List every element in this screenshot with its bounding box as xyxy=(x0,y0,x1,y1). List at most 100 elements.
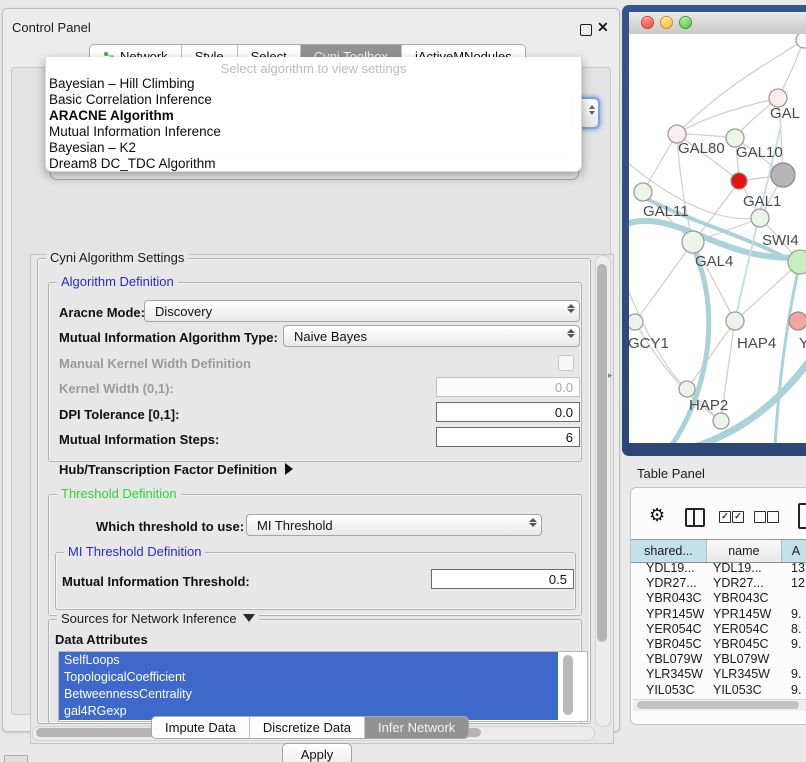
zoom-window-icon[interactable] xyxy=(679,16,692,29)
node-label: GAL4 xyxy=(695,253,733,270)
column-header[interactable]: shared... xyxy=(631,540,707,562)
node-label: GAL xyxy=(770,105,800,122)
table-horizontal-scrollbar[interactable] xyxy=(633,699,806,711)
table-row[interactable]: YLR345WYLR345W9. xyxy=(631,667,806,682)
table-row[interactable]: YBR043CYBR043C xyxy=(631,591,806,606)
algorithm-option[interactable]: ARACNE Algorithm xyxy=(46,108,581,124)
network-window-titlebar[interactable] xyxy=(629,12,806,35)
mi-steps-label: Mutual Information Steps: xyxy=(59,432,219,447)
stepper-arrows-icon xyxy=(566,329,575,338)
network-node[interactable] xyxy=(771,163,795,187)
mi-type-select[interactable]: Naive Bayes xyxy=(283,325,580,347)
settings-vertical-scrollbar[interactable] xyxy=(595,255,611,727)
node-label: HAP4 xyxy=(737,335,776,352)
aracne-mode-label: Aracne Mode: xyxy=(59,305,145,320)
network-edge xyxy=(677,98,778,134)
node-label: Y xyxy=(799,335,806,352)
attribute-list-item[interactable]: BetweennessCentrality xyxy=(59,686,558,703)
document-icon[interactable] xyxy=(798,503,806,529)
screen: Control Panel ✕ NetworkStyleSelectCyni T… xyxy=(0,0,806,762)
network-node[interactable] xyxy=(713,413,729,429)
table-row[interactable]: YPR145WYPR145W9. xyxy=(631,607,806,622)
mi-threshold-input[interactable]: 0.5 xyxy=(431,569,574,589)
checked-box-icon[interactable]: ✓ xyxy=(719,511,731,523)
attribute-list-item[interactable]: SelfLoops xyxy=(59,652,558,669)
scrollbar-thumb[interactable] xyxy=(637,701,799,709)
node-label: GAL1 xyxy=(743,193,781,210)
tab-infer-network[interactable]: Infer Network xyxy=(364,717,468,738)
table-row[interactable]: YBR045CYBR045C9. xyxy=(631,637,806,652)
float-panel-icon[interactable] xyxy=(580,24,592,36)
data-attributes-list: SelfLoopsTopologicalCoefficientBetweenne… xyxy=(58,651,588,722)
network-node-hap4[interactable] xyxy=(726,312,744,330)
popup-prompt: Select algorithm to view settings xyxy=(46,61,581,76)
network-node[interactable] xyxy=(788,250,806,274)
network-node-gcy1[interactable] xyxy=(629,314,643,330)
algorithm-option[interactable]: Mutual Information Inference xyxy=(46,124,581,140)
sources-toggle[interactable]: Sources for Network Inference xyxy=(57,612,259,626)
network-node-swi4[interactable] xyxy=(751,209,769,227)
cyni-bottom-tabbar: Impute DataDiscretize DataInfer Network xyxy=(151,716,469,739)
minimized-panel-chip[interactable] xyxy=(4,755,28,762)
node-label: GAL80 xyxy=(678,140,725,157)
table-row[interactable]: YIL053CYIL053C9. xyxy=(631,683,806,698)
manual-kernel-checkbox[interactable] xyxy=(558,355,574,371)
gear-icon[interactable]: ⚙ xyxy=(649,505,665,526)
group-title: Cyni Algorithm Settings xyxy=(46,251,188,265)
hub-definition-toggle[interactable]: Hub/Transcription Factor Definition xyxy=(59,462,293,477)
column-header[interactable]: A xyxy=(782,540,806,562)
ghost-inference-algorithm-label: Inference Algorithm xyxy=(50,85,162,100)
checked-box-icon[interactable]: ✓ xyxy=(732,511,744,523)
kernel-width-input[interactable]: 0.0 xyxy=(436,377,580,397)
list-scrollbar[interactable] xyxy=(563,655,573,715)
unchecked-box-icon[interactable] xyxy=(767,511,779,523)
network-edge-highlighted xyxy=(775,262,800,443)
dpi-tolerance-label: DPI Tolerance [0,1]: xyxy=(59,407,179,422)
unchecked-box-icon[interactable] xyxy=(754,511,766,523)
group-title: MI Threshold Definition xyxy=(64,545,205,559)
table-row[interactable]: YDR27...YDR27...12 xyxy=(631,576,806,591)
table-panel-title: Table Panel xyxy=(637,466,705,481)
network-node-hap2[interactable] xyxy=(679,381,695,397)
table-row[interactable]: YER054CYER054C8. xyxy=(631,622,806,637)
which-threshold-label: Which threshold to use: xyxy=(96,519,244,534)
manual-kernel-label: Manual Kernel Width Definition xyxy=(59,356,251,371)
panel-title: Control Panel xyxy=(12,20,91,35)
attribute-list-item[interactable]: TopologicalCoefficient xyxy=(59,669,558,686)
network-node-y[interactable] xyxy=(789,312,806,330)
mi-threshold-label: Mutual Information Threshold: xyxy=(62,574,250,589)
node-label: GAL10 xyxy=(736,144,783,161)
node-label: GCY1 xyxy=(629,335,669,352)
table-toolbar: ⚙ ✓ ✓ xyxy=(631,488,806,539)
dpi-tolerance-input[interactable]: 0.0 xyxy=(436,402,580,422)
splitter-handle[interactable]: ▸ xyxy=(608,370,613,381)
network-canvas[interactable]: GALGAL80GAL10GAL1GAL11SWI4GAL4GCY1HAP4YH… xyxy=(629,34,806,443)
algorithm-option[interactable]: Bayesian – K2 xyxy=(46,140,581,156)
table-rows: YDL19...YDL19...13YDR27...YDR27...12YBR0… xyxy=(631,561,806,698)
mi-steps-input[interactable]: 6 xyxy=(436,427,580,447)
scrollbar-thumb[interactable] xyxy=(597,264,607,642)
kernel-width-label: Kernel Width (0,1): xyxy=(59,381,174,396)
network-edge xyxy=(635,242,693,322)
tab-discretize-data[interactable]: Discretize Data xyxy=(249,717,364,738)
network-edge xyxy=(643,134,677,192)
aracne-mode-select[interactable]: Discovery xyxy=(144,300,580,322)
apply-button[interactable]: Apply xyxy=(282,743,352,762)
table-row[interactable]: YDL19...YDL19...13 xyxy=(631,561,806,576)
tab-impute-data[interactable]: Impute Data xyxy=(152,717,249,738)
stepper-arrows-icon xyxy=(589,105,595,115)
network-node-gal11[interactable] xyxy=(634,183,652,201)
table-header: shared...nameA xyxy=(631,539,806,563)
minimize-window-icon[interactable] xyxy=(660,16,673,29)
which-threshold-select[interactable]: MI Threshold xyxy=(246,514,542,536)
data-attributes-label: Data Attributes xyxy=(55,632,148,647)
close-panel-icon[interactable]: ✕ xyxy=(597,19,609,36)
network-node-gal1[interactable] xyxy=(731,173,747,189)
network-node-gal4[interactable] xyxy=(682,231,704,253)
close-window-icon[interactable] xyxy=(641,16,654,29)
network-node[interactable] xyxy=(796,34,806,48)
split-columns-icon[interactable] xyxy=(685,508,705,527)
table-row[interactable]: YBL079WYBL079W xyxy=(631,652,806,667)
column-header[interactable]: name xyxy=(707,540,782,562)
algorithm-option[interactable]: Dream8 DC_TDC Algorithm xyxy=(46,156,581,172)
